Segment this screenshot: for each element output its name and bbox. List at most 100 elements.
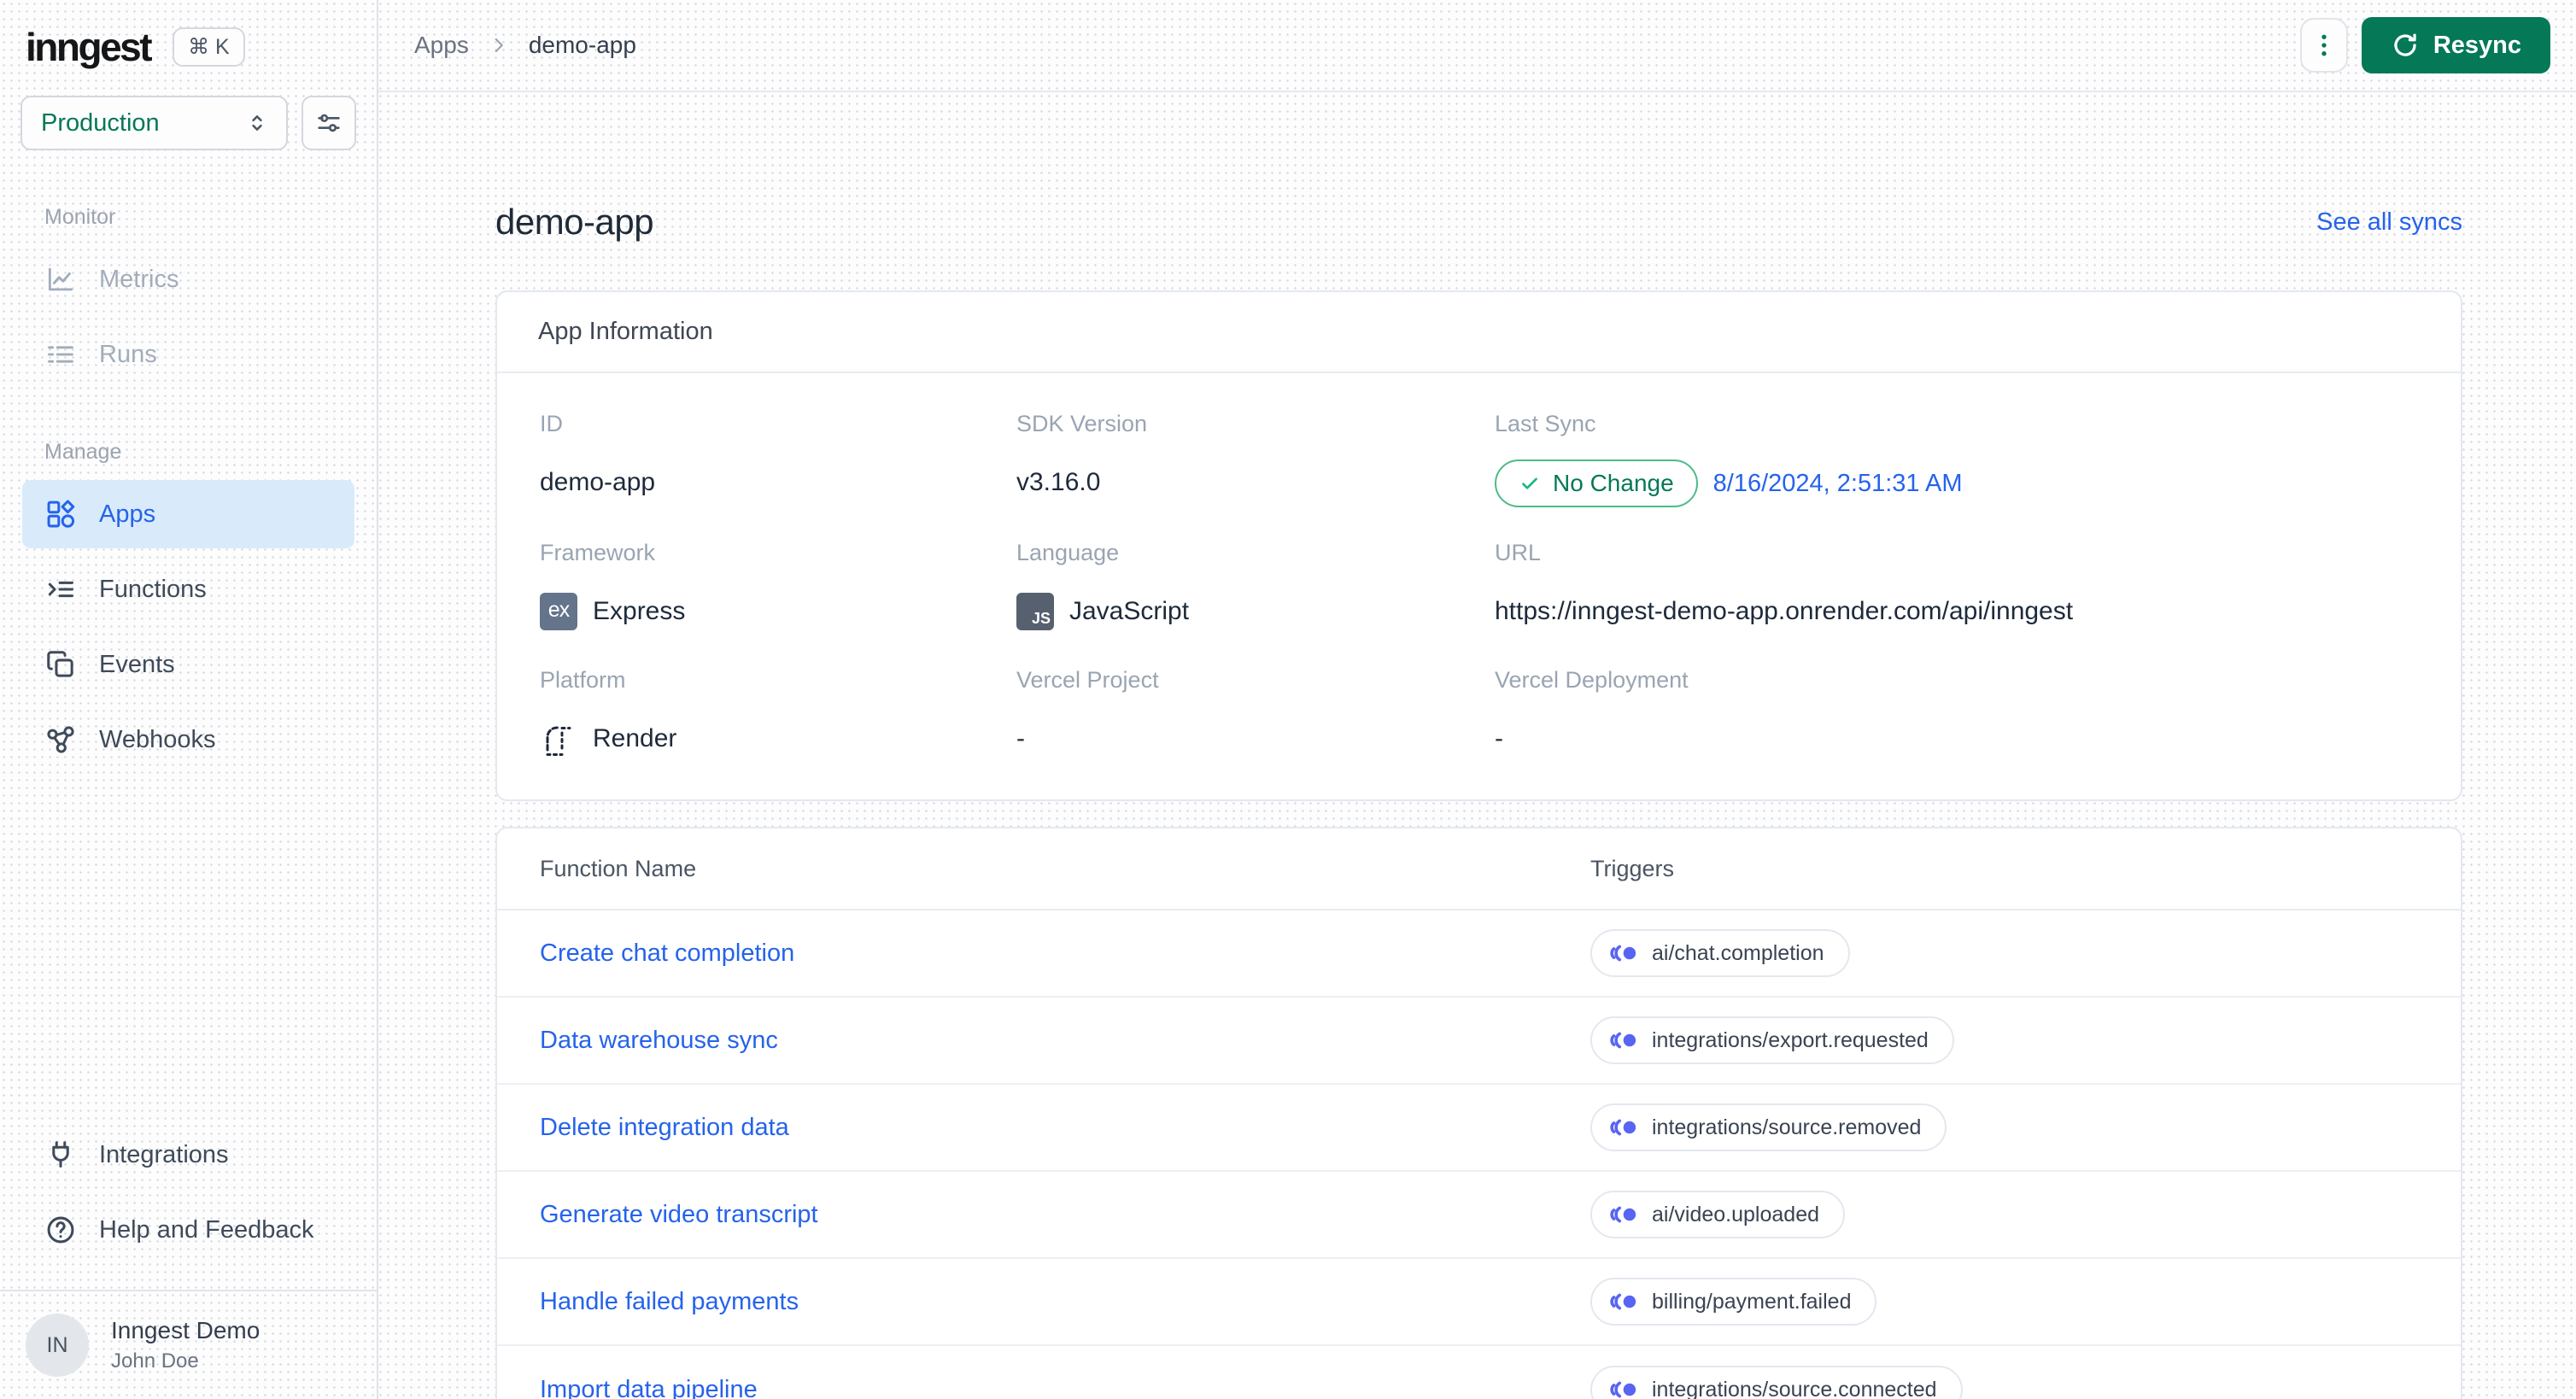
sidebar-item-webhooks[interactable]: Webhooks	[22, 705, 354, 774]
share-nodes-icon	[44, 723, 77, 756]
sync-icon	[2391, 31, 2420, 60]
field-language: Language JS JavaScript	[1016, 540, 1495, 635]
sidebar-item-label: Runs	[99, 340, 157, 368]
sidebar-item-label: Metrics	[99, 265, 179, 293]
trigger-name: ai/chat.completion	[1652, 940, 1824, 965]
last-sync-date-link[interactable]: 8/16/2024, 2:51:31 AM	[1713, 470, 1963, 498]
sidebar-item-metrics[interactable]: Metrics	[22, 245, 354, 313]
see-all-syncs-link[interactable]: See all syncs	[2316, 208, 2462, 237]
no-change-badge: No Change	[1495, 460, 1698, 507]
profile-org-name: Inngest Demo	[111, 1317, 261, 1343]
breadcrumb-apps-link[interactable]: Apps	[414, 32, 469, 59]
sidebar-item-label: Events	[99, 650, 175, 678]
profile-user-name: John Doe	[111, 1349, 199, 1373]
trigger-name: integrations/source.connected	[1652, 1377, 1937, 1399]
page-content: demo-app See all syncs App Information I…	[378, 92, 2576, 1399]
kebab-icon	[2311, 31, 2337, 60]
environment-filter-button[interactable]	[302, 96, 356, 150]
field-framework: Framework ex Express	[540, 540, 1016, 635]
function-name-link[interactable]: Create chat completion	[540, 939, 794, 967]
sidebar-item-label: Webhooks	[99, 725, 216, 753]
chart-icon	[44, 263, 77, 296]
function-row: Data warehouse sync integrations/export.…	[497, 998, 2461, 1085]
express-icon: ex	[540, 593, 577, 630]
function-row: Import data pipeline integrations/source…	[497, 1346, 2461, 1399]
function-row: Handle failed payments billing/payment.f…	[497, 1259, 2461, 1346]
trigger-name: integrations/export.requested	[1652, 1027, 1929, 1052]
page-title: demo-app	[495, 202, 654, 242]
sidebar: inngest ⌘ K Production Monitor Metrics R…	[0, 0, 378, 1399]
chevron-right-icon	[488, 34, 510, 56]
event-icon	[1609, 1116, 1638, 1139]
function-name-link[interactable]: Handle failed payments	[540, 1288, 799, 1315]
field-url: URL https://inngest-demo-app.onrender.co…	[1495, 540, 2074, 625]
field-vercel-project: Vercel Project -	[1016, 667, 1159, 752]
event-icon	[1609, 1291, 1638, 1313]
app-information-title: App Information	[497, 292, 2461, 373]
sidebar-item-apps[interactable]: Apps	[22, 480, 354, 548]
main-area: Apps demo-app Resync demo-app See all sy…	[378, 0, 2576, 1399]
unfold-chevrons-icon	[243, 109, 271, 137]
field-vercel-deployment: Vercel Deployment -	[1495, 667, 1689, 752]
function-row: Generate video transcript ai/video.uploa…	[497, 1172, 2461, 1259]
trigger-name: ai/video.uploaded	[1652, 1202, 1819, 1226]
event-icon	[1609, 1379, 1638, 1399]
event-icon	[1609, 942, 1638, 964]
breadcrumb-current: demo-app	[528, 32, 636, 58]
app-actions-menu-button[interactable]	[2299, 18, 2348, 73]
sliders-icon	[314, 108, 343, 138]
column-function-name: Function Name	[540, 855, 697, 881]
profile-menu[interactable]: IN Inngest Demo John Doe	[0, 1291, 377, 1399]
breadcrumb: Apps demo-app	[414, 32, 636, 59]
plug-icon	[44, 1139, 77, 1171]
sidebar-item-functions[interactable]: Functions	[22, 555, 354, 623]
resync-label: Resync	[2433, 31, 2521, 59]
function-name-link[interactable]: Generate video transcript	[540, 1201, 818, 1228]
environment-label: Production	[41, 108, 160, 137]
trigger-pill[interactable]: integrations/source.connected	[1590, 1366, 1963, 1399]
resync-button[interactable]: Resync	[2361, 17, 2550, 73]
trigger-name: integrations/source.removed	[1652, 1115, 1922, 1139]
render-icon	[540, 720, 577, 758]
field-last-sync: Last Sync No Change 8/16/2024, 2:51:31 A…	[1495, 411, 2420, 507]
sidebar-item-label: Apps	[99, 500, 156, 528]
sidebar-item-label: Functions	[99, 575, 207, 603]
environment-select[interactable]: Production	[20, 96, 288, 150]
field-platform: Platform Render	[540, 667, 1016, 762]
function-name-link[interactable]: Data warehouse sync	[540, 1027, 778, 1054]
event-icon	[1609, 1029, 1638, 1051]
copy-squares-icon	[44, 648, 77, 681]
function-row: Delete integration data integrations/sou…	[497, 1085, 2461, 1172]
field-sdk-version: SDK Version v3.16.0	[1016, 411, 1148, 496]
app-information-card: App Information ID demo-app SDK Version …	[495, 290, 2462, 801]
list-icon	[44, 338, 77, 371]
javascript-icon: JS	[1016, 593, 1054, 630]
function-list-icon	[44, 573, 77, 606]
apps-icon	[44, 498, 77, 530]
sidebar-item-help[interactable]: Help and Feedback	[22, 1196, 354, 1264]
column-triggers: Triggers	[1590, 855, 1675, 881]
sidebar-item-label: Integrations	[99, 1140, 229, 1168]
function-name-link[interactable]: Import data pipeline	[540, 1376, 758, 1399]
command-palette-shortcut[interactable]: ⌘ K	[173, 27, 245, 67]
trigger-pill[interactable]: ai/video.uploaded	[1590, 1191, 1845, 1238]
sidebar-item-events[interactable]: Events	[22, 630, 354, 699]
functions-table-header: Function Name Triggers	[497, 828, 2461, 910]
trigger-pill[interactable]: ai/chat.completion	[1590, 929, 1850, 977]
topbar: Apps demo-app Resync	[378, 0, 2576, 92]
sidebar-item-integrations[interactable]: Integrations	[22, 1121, 354, 1189]
function-row: Create chat completion ai/chat.completio…	[497, 910, 2461, 998]
sidebar-item-runs[interactable]: Runs	[22, 320, 354, 389]
inngest-logo[interactable]: inngest	[26, 24, 153, 70]
event-icon	[1609, 1203, 1638, 1226]
section-manage: Manage	[44, 440, 122, 464]
avatar: IN	[26, 1314, 89, 1377]
sidebar-item-label: Help and Feedback	[99, 1215, 314, 1244]
function-name-link[interactable]: Delete integration data	[540, 1114, 789, 1141]
section-monitor: Monitor	[44, 205, 116, 229]
trigger-pill[interactable]: billing/payment.failed	[1590, 1278, 1877, 1326]
field-id: ID demo-app	[540, 411, 656, 496]
trigger-pill[interactable]: integrations/source.removed	[1590, 1103, 1947, 1151]
trigger-pill[interactable]: integrations/export.requested	[1590, 1016, 1954, 1064]
trigger-name: billing/payment.failed	[1652, 1289, 1852, 1314]
